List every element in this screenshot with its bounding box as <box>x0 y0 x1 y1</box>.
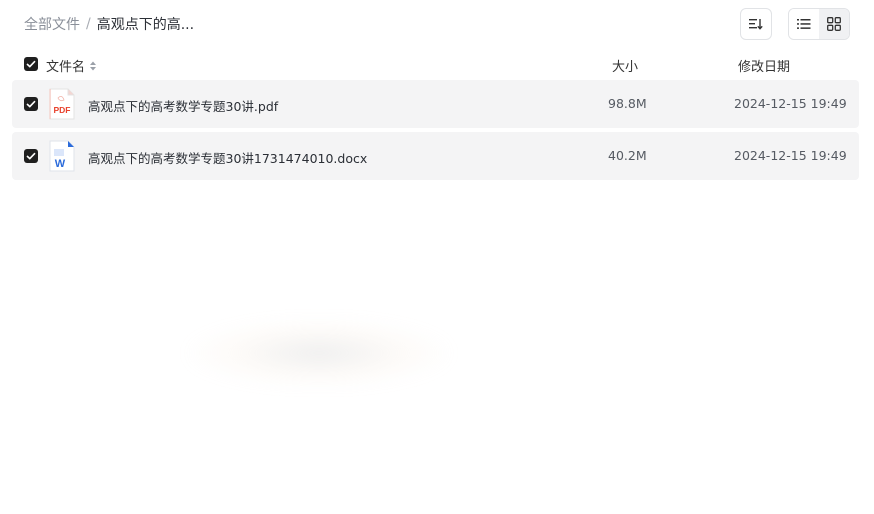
column-header-name[interactable]: 文件名 <box>46 56 97 75</box>
column-header-name-label: 文件名 <box>46 60 86 75</box>
word-file-icon: W <box>49 140 75 172</box>
check-icon <box>26 100 36 108</box>
file-name[interactable]: 高观点下的高考数学专题30讲.pdf <box>88 96 278 115</box>
view-toggle <box>788 8 850 40</box>
column-header-size[interactable]: 大小 <box>612 56 638 75</box>
grid-view-icon <box>827 17 841 31</box>
file-row-pdf[interactable]: PDF 高观点下的高考数学专题30讲.pdf 98.8M 2024-12-15 … <box>12 80 859 128</box>
breadcrumb-current-folder: 高观点下的高... <box>96 17 195 33</box>
breadcrumb: 全部文件 / 高观点下的高... <box>24 15 194 33</box>
sort-button[interactable] <box>740 8 772 40</box>
check-icon <box>26 60 36 68</box>
row-checkbox[interactable] <box>24 149 38 163</box>
file-modified-date: 2024-12-15 19:49 <box>734 96 847 111</box>
blurred-overlay <box>188 318 450 388</box>
sort-toggle-icon <box>90 61 97 70</box>
file-row-docx[interactable]: W 高观点下的高考数学专题30讲1731474010.docx 40.2M 20… <box>12 132 859 180</box>
list-view-icon <box>797 19 811 29</box>
file-name[interactable]: 高观点下的高考数学专题30讲1731474010.docx <box>88 148 367 167</box>
pdf-file-icon: PDF <box>49 88 75 120</box>
breadcrumb-separator: / <box>86 16 91 32</box>
list-view-button[interactable] <box>789 9 819 39</box>
pdf-icon-label: PDF <box>54 105 71 115</box>
breadcrumb-root-link[interactable]: 全部文件 <box>24 14 80 34</box>
table-header: 文件名 大小 修改日期 <box>12 52 859 76</box>
word-icon-label: W <box>55 158 66 170</box>
file-size: 98.8M <box>608 96 647 111</box>
file-browser-page: 全部文件 / 高观点下的高... 文件名 大小 修改日期 PDF 高观点下的高考… <box>0 0 874 514</box>
select-all-checkbox[interactable] <box>24 57 38 71</box>
row-checkbox[interactable] <box>24 97 38 111</box>
grid-view-button[interactable] <box>819 9 849 39</box>
check-icon <box>26 152 36 160</box>
column-header-date[interactable]: 修改日期 <box>738 56 790 75</box>
sort-icon <box>749 19 763 30</box>
file-size: 40.2M <box>608 148 647 163</box>
file-modified-date: 2024-12-15 19:49 <box>734 148 847 163</box>
